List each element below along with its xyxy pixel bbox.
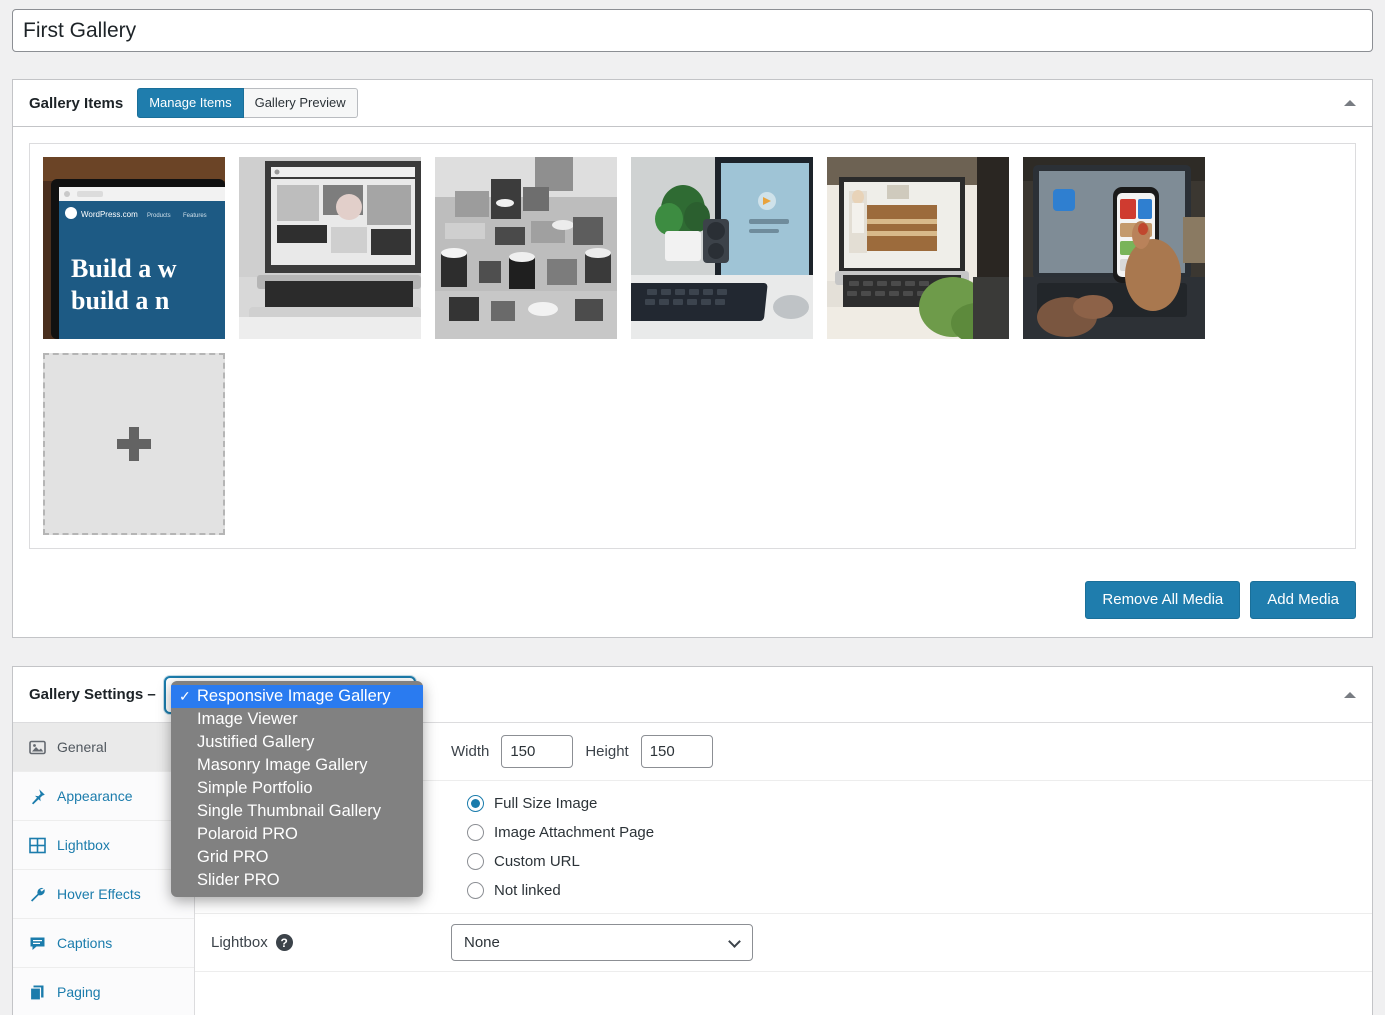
svg-text:Build a w: Build a w xyxy=(71,254,177,283)
sidebar-item-label: Hover Effects xyxy=(57,886,141,902)
radio-full-size-image[interactable]: Full Size Image xyxy=(467,795,654,812)
remove-all-media-button[interactable]: Remove All Media xyxy=(1085,581,1241,619)
sidebar-item-captions[interactable]: Captions xyxy=(13,919,194,968)
lightbox-label: Lightbox xyxy=(211,934,268,951)
sidebar-item-hover-effects[interactable]: Hover Effects xyxy=(13,870,194,919)
help-icon[interactable]: ? xyxy=(275,934,293,951)
dropdown-option-single-thumbnail-gallery[interactable]: Single Thumbnail Gallery xyxy=(171,800,423,823)
gallery-settings-title: Gallery Settings – xyxy=(29,686,156,703)
tab-manage-items[interactable]: Manage Items xyxy=(137,87,244,119)
radio-indicator xyxy=(467,882,484,899)
radio-indicator xyxy=(467,824,484,841)
add-media-button[interactable]: Add Media xyxy=(1250,581,1356,619)
gallery-type-dropdown-menu[interactable]: ✓ Responsive Image Gallery Image Viewer … xyxy=(171,681,423,897)
triangle-up-icon[interactable] xyxy=(1344,691,1356,698)
sidebar-item-appearance[interactable]: Appearance xyxy=(13,772,194,821)
sidebar-item-label: Paging xyxy=(57,984,101,1000)
sidebar-item-general[interactable]: General xyxy=(13,723,194,772)
grid-icon xyxy=(29,837,46,854)
sidebar-item-label: General xyxy=(57,739,107,755)
items-tabs: Manage Items Gallery Preview xyxy=(137,87,358,119)
thumbnail-hand-phone-laptop[interactable] xyxy=(1023,157,1205,339)
thumbnail-laptop-photo-plant[interactable] xyxy=(827,157,1009,339)
dropdown-option-justified-gallery[interactable]: Justified Gallery xyxy=(171,731,423,754)
thumbnail-wordpress-build-website[interactable]: WordPress.com Products Features Build a … xyxy=(43,157,225,339)
sidebar-item-label: Appearance xyxy=(57,788,133,804)
height-label: Height xyxy=(585,743,629,760)
dropdown-option-masonry-image-gallery[interactable]: Masonry Image Gallery xyxy=(171,754,423,777)
svg-text:build a n: build a n xyxy=(71,286,170,315)
add-media-placeholder-tile[interactable] xyxy=(43,353,225,535)
link-target-options: Full Size Image Image Attachment Page Cu… xyxy=(451,781,654,913)
gallery-editor-page: Gallery Items Manage Items Gallery Previ… xyxy=(0,9,1385,1015)
dropdown-option-slider-pro[interactable]: Slider PRO xyxy=(171,869,423,892)
sidebar-item-label: Lightbox xyxy=(57,837,110,853)
book-icon xyxy=(29,984,46,1001)
thumbnail-desk-monitor-keyboard[interactable] xyxy=(631,157,813,339)
size-fields: Width Height xyxy=(451,735,713,768)
svg-text:WordPress.com: WordPress.com xyxy=(81,210,138,219)
plus-icon xyxy=(117,427,151,461)
check-icon: ✓ xyxy=(179,688,191,704)
lightbox-select[interactable]: None xyxy=(451,924,753,961)
gallery-items-title: Gallery Items xyxy=(29,94,124,112)
sidebar-item-lightbox[interactable]: Lightbox xyxy=(13,821,194,870)
dropdown-option-responsive-image-gallery[interactable]: ✓ Responsive Image Gallery xyxy=(171,685,423,708)
chevron-down-icon xyxy=(728,935,741,948)
comment-icon xyxy=(29,935,46,952)
dropdown-option-polaroid-pro[interactable]: Polaroid PRO xyxy=(171,823,423,846)
image-icon xyxy=(29,739,46,756)
lightbox-select-value: None xyxy=(464,934,500,951)
tab-gallery-preview[interactable]: Gallery Preview xyxy=(243,87,358,119)
gallery-items-header: Gallery Items Manage Items Gallery Previ… xyxy=(13,80,1372,127)
height-input[interactable] xyxy=(640,735,713,768)
width-label: Width xyxy=(451,743,490,760)
thumbnails-well: WordPress.com Products Features Build a … xyxy=(29,143,1356,549)
wrench-icon xyxy=(29,886,46,903)
width-input[interactable] xyxy=(501,735,574,768)
lightbox-row: Lightbox ? None xyxy=(195,914,1372,972)
gallery-items-actions: Remove All Media Add Media xyxy=(13,565,1372,637)
sidebar-item-label: Captions xyxy=(57,935,113,951)
thumbnail-circuit-board-grayscale[interactable] xyxy=(435,157,617,339)
gallery-title-input[interactable] xyxy=(12,9,1373,52)
svg-text:Features: Features xyxy=(183,213,207,219)
settings-nav: General Appearance Lightbox Hover Effect… xyxy=(13,723,195,1015)
thumbnail-list: WordPress.com Products Features Build a … xyxy=(43,157,1342,535)
radio-not-linked[interactable]: Not linked xyxy=(467,882,654,899)
gallery-items-panel: Gallery Items Manage Items Gallery Previ… xyxy=(12,79,1373,638)
radio-indicator xyxy=(467,795,484,812)
lightbox-label-group: Lightbox ? xyxy=(211,934,451,951)
thumbtack-icon xyxy=(29,788,46,805)
thumbnail-laptop-mockup-grayscale[interactable] xyxy=(239,157,421,339)
radio-indicator xyxy=(467,853,484,870)
dropdown-option-image-viewer[interactable]: Image Viewer xyxy=(171,708,423,731)
dropdown-option-simple-portfolio[interactable]: Simple Portfolio xyxy=(171,777,423,800)
radio-custom-url[interactable]: Custom URL xyxy=(467,853,654,870)
dropdown-option-grid-pro[interactable]: Grid PRO xyxy=(171,846,423,869)
triangle-up-icon[interactable] xyxy=(1344,100,1356,106)
gallery-items-body: WordPress.com Products Features Build a … xyxy=(13,127,1372,565)
svg-text:Products: Products xyxy=(147,213,171,219)
radio-image-attachment-page[interactable]: Image Attachment Page xyxy=(467,824,654,841)
sidebar-item-paging[interactable]: Paging xyxy=(13,968,194,1015)
